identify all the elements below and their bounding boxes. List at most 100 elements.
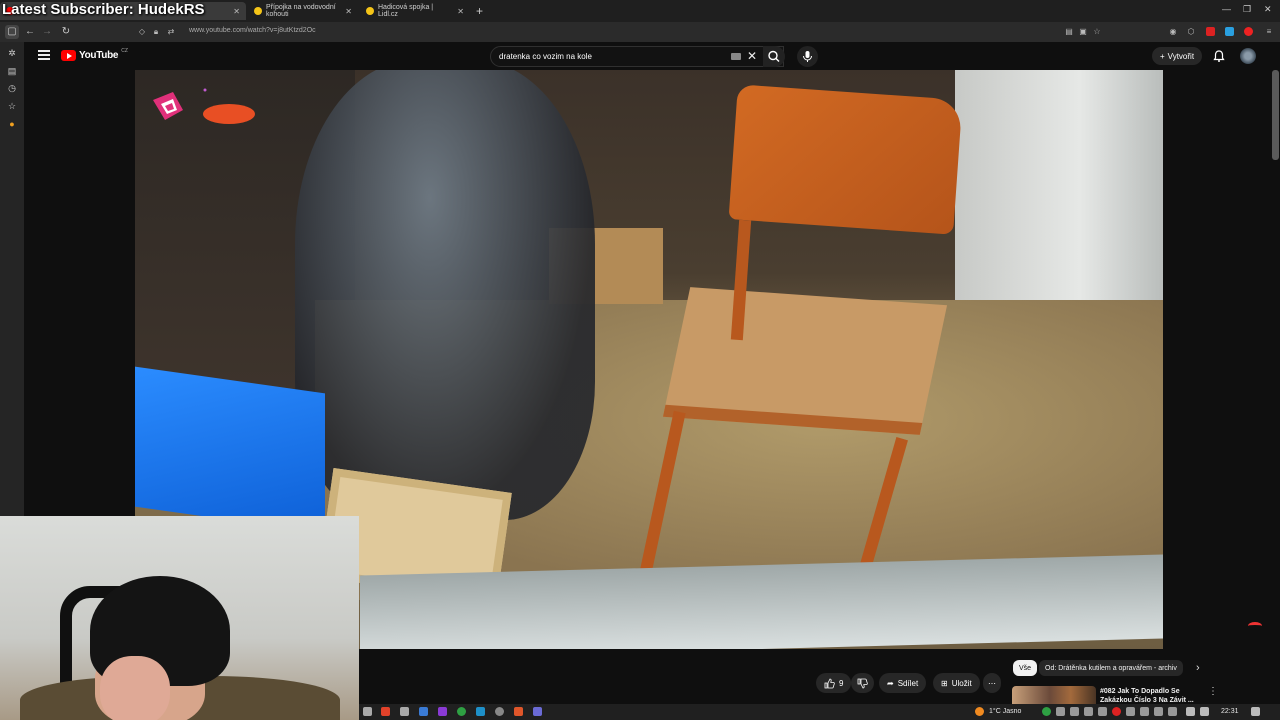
taskbar-app-icon[interactable]: [476, 707, 485, 716]
address-bar-row: ▢ ← → ↻ ◇ 🔒︎ ⇄ www.youtube.com/watch?v=j…: [0, 22, 1280, 42]
reload-icon[interactable]: ↻: [59, 25, 73, 39]
minimize-icon[interactable]: —: [1222, 4, 1231, 14]
extensions-icon[interactable]: ⬡: [1186, 27, 1196, 37]
like-count: 9: [839, 678, 844, 688]
search-query[interactable]: dratenka co vozim na kole: [499, 52, 592, 61]
extension-icon[interactable]: [1225, 27, 1234, 36]
save-label: Uložit: [951, 678, 972, 688]
site-settings-icon[interactable]: ⇄: [166, 27, 176, 37]
sidebar-toggle-icon[interactable]: ▢: [5, 25, 19, 39]
youtube-logo[interactable]: YouTube CZ: [61, 48, 128, 61]
hamburger-menu-icon[interactable]: [38, 50, 50, 60]
stream-overlay-title: Latest Subscriber: HudekRS: [2, 1, 205, 18]
avatar[interactable]: [1240, 48, 1256, 64]
voice-search-button[interactable]: [797, 46, 818, 67]
forward-icon[interactable]: →: [40, 25, 54, 39]
stream-alert-icon: [1248, 622, 1262, 630]
tray-app-icon[interactable]: [1098, 707, 1107, 716]
chip-all[interactable]: Vše: [1013, 660, 1038, 676]
save-playlist-icon: ⊞: [941, 678, 948, 688]
taskbar-app-icon[interactable]: [457, 707, 466, 716]
thumbs-down-icon: [857, 678, 868, 688]
tab-label: Přípojka na vodovodní kohouti: [266, 4, 336, 18]
volume-icon[interactable]: [1200, 707, 1209, 716]
close-tab-icon[interactable]: ✕: [457, 7, 464, 16]
share-icon: ➦: [887, 678, 894, 688]
keyboard-icon[interactable]: [731, 53, 741, 60]
webcam-overlay: [0, 516, 359, 720]
thumbs-up-icon: [824, 678, 835, 688]
video-scene-person: [295, 70, 595, 520]
tray-app-icon[interactable]: [1112, 707, 1121, 716]
clear-search-icon[interactable]: ✕: [747, 49, 757, 63]
new-tab-button[interactable]: +: [476, 4, 483, 18]
youtube-masthead: YouTube CZ dratenka co vozim na kole ✕ +…: [24, 42, 1280, 70]
more-vertical-icon[interactable]: ⋮: [1208, 686, 1218, 697]
share-label: Sdílet: [897, 678, 919, 688]
tab-pripojka[interactable]: Přípojka na vodovodní kohouti ✕: [248, 2, 358, 20]
bookmarks-icon[interactable]: ☆: [7, 101, 17, 111]
tray-app-icon[interactable]: [1168, 707, 1177, 716]
tray-app-icon[interactable]: [1042, 707, 1051, 716]
tray-app-icon[interactable]: [1056, 707, 1065, 716]
chip-from-channel[interactable]: Od: Drátěnka kutilem a opravářem - archi…: [1039, 660, 1183, 676]
taskbar-app-icon[interactable]: [495, 707, 504, 716]
youtube-play-icon: [61, 50, 76, 61]
youtube-wordmark: YouTube: [79, 50, 119, 61]
share-button[interactable]: ➦ Sdílet: [879, 673, 927, 693]
tray-app-icon[interactable]: [1070, 707, 1079, 716]
tray-app-icon[interactable]: [1084, 707, 1093, 716]
taskbar-app-icon[interactable]: [514, 707, 523, 716]
brave-icon[interactable]: [381, 707, 390, 716]
weather-text[interactable]: 1°C Jasno: [989, 708, 1021, 715]
search-button[interactable]: [763, 46, 785, 67]
taskbar-app-icon[interactable]: [419, 707, 428, 716]
clock[interactable]: 22:31: [1221, 708, 1239, 715]
create-button[interactable]: + Vytvořit: [1152, 47, 1203, 65]
channel-logo-badge: [153, 88, 255, 124]
screenshot-icon[interactable]: ▣: [1078, 27, 1088, 37]
favicon-icon: [254, 7, 262, 15]
reader-icon[interactable]: ▤: [1064, 27, 1074, 37]
taskbar-app-icon[interactable]: [363, 707, 372, 716]
taskbar-app-icon[interactable]: [438, 707, 447, 716]
notifications-bell-icon[interactable]: [1212, 49, 1226, 63]
extension-icon[interactable]: ●: [7, 119, 17, 129]
url-field[interactable]: www.youtube.com/watch?v=j8utKtzd2Oc: [189, 27, 316, 34]
more-horizontal-icon: ⋯: [988, 678, 996, 688]
close-window-icon[interactable]: ✕: [1264, 4, 1272, 15]
search-input[interactable]: dratenka co vozim na kole ✕: [490, 46, 784, 67]
extension-icon[interactable]: [1244, 27, 1253, 36]
network-icon[interactable]: [1186, 707, 1195, 716]
lock-icon[interactable]: 🔒︎: [151, 27, 161, 37]
extension-icon[interactable]: [1206, 27, 1215, 36]
account-icon[interactable]: ◉: [1168, 27, 1178, 37]
notifications-icon[interactable]: [1251, 707, 1260, 716]
shield-icon[interactable]: ◇: [137, 27, 147, 37]
history-icon[interactable]: ◷: [7, 83, 17, 93]
page-scrollbar[interactable]: [1272, 70, 1279, 160]
plus-icon: +: [1160, 51, 1165, 61]
chevron-right-icon[interactable]: ›: [1196, 662, 1200, 674]
restore-icon[interactable]: ❐: [1243, 4, 1251, 15]
more-actions-button[interactable]: ⋯: [983, 673, 1001, 693]
recommendation-title[interactable]: #082 Jak To Dopadlo Se Zakázkou Číslo 3 …: [1100, 687, 1210, 705]
back-icon[interactable]: ←: [23, 25, 37, 39]
weather-icon[interactable]: [975, 707, 984, 716]
notes-icon[interactable]: ▤: [7, 66, 17, 76]
tray-app-icon[interactable]: [1126, 707, 1135, 716]
taskbar-app-icon[interactable]: [400, 707, 409, 716]
save-button[interactable]: ⊞ Uložit: [933, 673, 980, 693]
tray-app-icon[interactable]: [1140, 707, 1149, 716]
close-tab-icon[interactable]: ✕: [233, 7, 240, 16]
tab-label: Hadicová spojka | Lidl.cz: [378, 4, 434, 18]
close-tab-icon[interactable]: ✕: [345, 7, 352, 16]
dislike-button[interactable]: [851, 673, 874, 693]
tab-hadicova[interactable]: Hadicová spojka | Lidl.cz ✕: [360, 2, 470, 20]
bookmark-star-icon[interactable]: ☆: [1092, 27, 1102, 37]
ai-sparkle-icon[interactable]: ✲: [7, 48, 17, 58]
menu-icon[interactable]: ≡: [1264, 27, 1274, 37]
taskbar-app-icon[interactable]: [533, 707, 542, 716]
tray-app-icon[interactable]: [1154, 707, 1163, 716]
like-button[interactable]: 9: [816, 673, 852, 693]
